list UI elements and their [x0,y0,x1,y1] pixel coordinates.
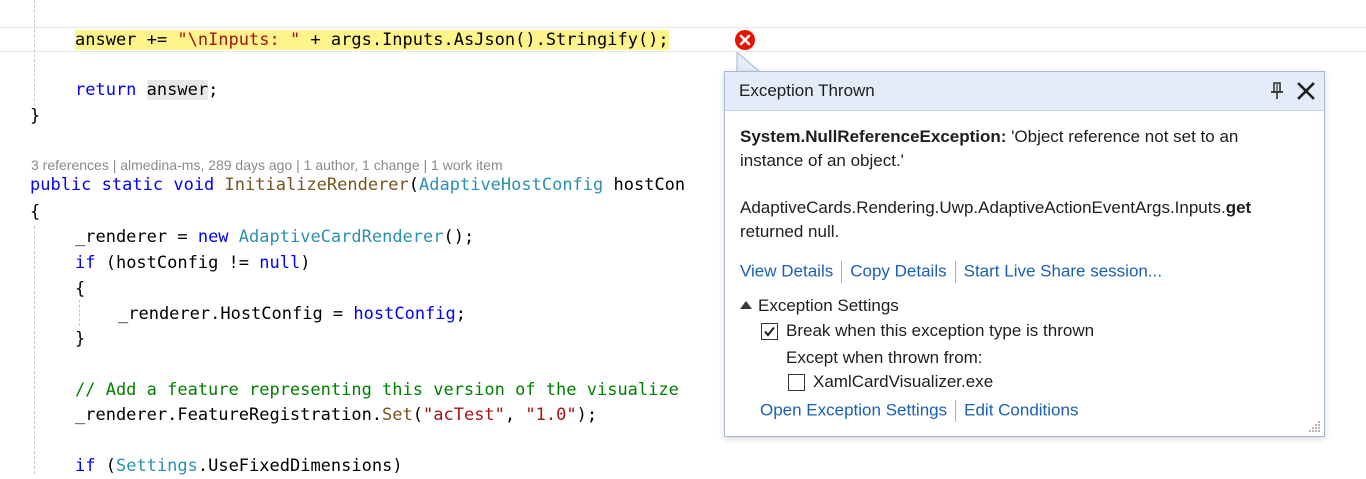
open-exception-settings-link[interactable]: Open Exception Settings [760,400,947,419]
exception-source: AdaptiveCards.Rendering.Uwp.AdaptiveActi… [740,196,1310,244]
exception-helper-popup[interactable]: Exception Thrown System.NullReferenceExc… [724,71,1325,437]
code-identifier: hostConfig [353,304,456,324]
copy-details-link[interactable]: Copy Details [850,261,946,280]
code-text: (); [443,227,475,247]
current-statement-highlight: answer += "\nInputs: " + args.Inputs.AsJ… [75,30,669,50]
exception-description: System.NullReferenceException: 'Object r… [740,125,1300,173]
code-string: "\nInputs: " [177,30,301,50]
code-keyword: new [197,227,229,247]
code-line-renderer-new[interactable]: _renderer = new AdaptiveCardRenderer(); [75,224,474,250]
link-separator [954,261,956,283]
code-line-if-hostconfig[interactable]: if (hostConfig != null) [75,250,310,276]
indent-guide [34,226,35,474]
popup-header: Exception Thrown [725,72,1324,111]
code-line-return[interactable]: return answer; [75,77,218,103]
code-method: InitializeRenderer [224,175,409,195]
code-type: AdaptiveCardRenderer [238,227,444,247]
exception-type: System.NullReferenceException: [740,127,1007,146]
reference-highlight: answer [146,80,209,100]
view-details-link[interactable]: View Details [740,261,833,280]
code-text: answer += [75,30,178,50]
code-line-open-brace-inner[interactable]: { [75,276,85,302]
code-line-close-brace[interactable]: } [30,103,40,129]
exception-actions: View Details Copy Details Start Live Share… [740,261,1162,283]
break-when-thrown-label: Break when this exception type is thrown [786,321,1095,340]
module-exclusion-checkbox[interactable] [788,374,805,391]
popup-title: Exception Thrown [739,81,875,100]
module-exclusion-row[interactable]: XamlCardVisualizer.exe [788,372,1048,394]
indent-guide [79,300,80,326]
exception-source-member: AdaptiveCards.Rendering.Uwp.AdaptiveActi… [740,198,1226,217]
break-when-thrown-row[interactable]: Break when this exception type is thrown [761,321,1161,343]
code-text: ; [455,304,467,324]
code-line-feature-registration[interactable]: _renderer.FeatureRegistration.Set("acTes… [75,402,597,428]
code-text: ) [300,253,311,273]
code-keyword: null [259,253,301,273]
code-line-close-brace-inner[interactable]: } [75,326,85,352]
code-line-answer[interactable]: answer += "\nInputs: " + args.Inputs.AsJ… [75,27,669,53]
code-text: , [504,405,526,425]
exception-source-accessor: get [1225,198,1252,217]
code-text: ); [576,405,598,425]
close-icon[interactable] [1295,80,1317,102]
code-line-comment[interactable]: // Add a feature representing this versi… [75,377,679,403]
edit-conditions-link[interactable]: Edit Conditions [964,400,1078,419]
code-text: ( [95,456,116,476]
start-live-share-link[interactable]: Start Live Share session... [964,261,1162,280]
error-icon[interactable] [734,29,756,51]
code-line-if-settings[interactable]: if (Settings.UseFixedDimensions) [75,453,403,479]
code-keyword: return [75,80,137,100]
resize-grip-icon[interactable] [1307,419,1321,433]
code-keyword: static [101,175,164,195]
except-when-thrown-label: Except when thrown from: [786,348,983,367]
code-text: _renderer = [75,227,198,247]
link-separator [955,400,957,422]
module-exclusion-label: XamlCardVisualizer.exe [813,372,994,391]
code-method: Set [382,405,413,425]
exception-settings-actions: Open Exception Settings Edit Conditions [760,400,1078,422]
code-text: + args.Inputs.AsJson().Stringify(); [300,30,669,50]
code-keyword: if [75,456,96,476]
pin-icon[interactable] [1269,81,1285,101]
code-string: "acTest" [423,405,505,425]
code-text: _renderer.HostConfig = [118,304,354,324]
exception-settings-header[interactable]: Exception Settings [740,296,899,316]
popup-pointer [736,52,762,73]
code-text: .UseFixedDimensions) [197,456,403,476]
code-keyword: void [173,175,215,195]
code-keyword: public [30,175,92,195]
code-string: "1.0" [525,405,577,425]
indent-guide [34,0,35,116]
code-text: hostCon [603,175,686,195]
break-when-thrown-checkbox[interactable] [761,323,778,340]
code-line-open-brace[interactable]: { [30,199,40,225]
code-text: (hostConfig != [95,253,260,273]
code-text: ; [208,80,219,100]
code-text: ( [408,175,420,195]
code-text: ( [412,405,424,425]
code-keyword: if [75,253,96,273]
code-type: AdaptiveHostConfig [419,175,604,195]
checkmark-icon [764,326,775,337]
exception-settings-label: Exception Settings [758,296,899,315]
code-line-signature[interactable]: public static void InitializeRenderer(Ad… [30,172,685,198]
code-type: Settings [115,456,198,476]
link-separator [841,261,843,283]
exception-source-result: returned null. [740,222,840,241]
collapse-triangle-icon[interactable] [740,301,752,309]
code-text: _renderer.FeatureRegistration. [75,405,383,425]
code-line-assign-hostconfig[interactable]: _renderer.HostConfig = hostConfig; [118,301,466,327]
